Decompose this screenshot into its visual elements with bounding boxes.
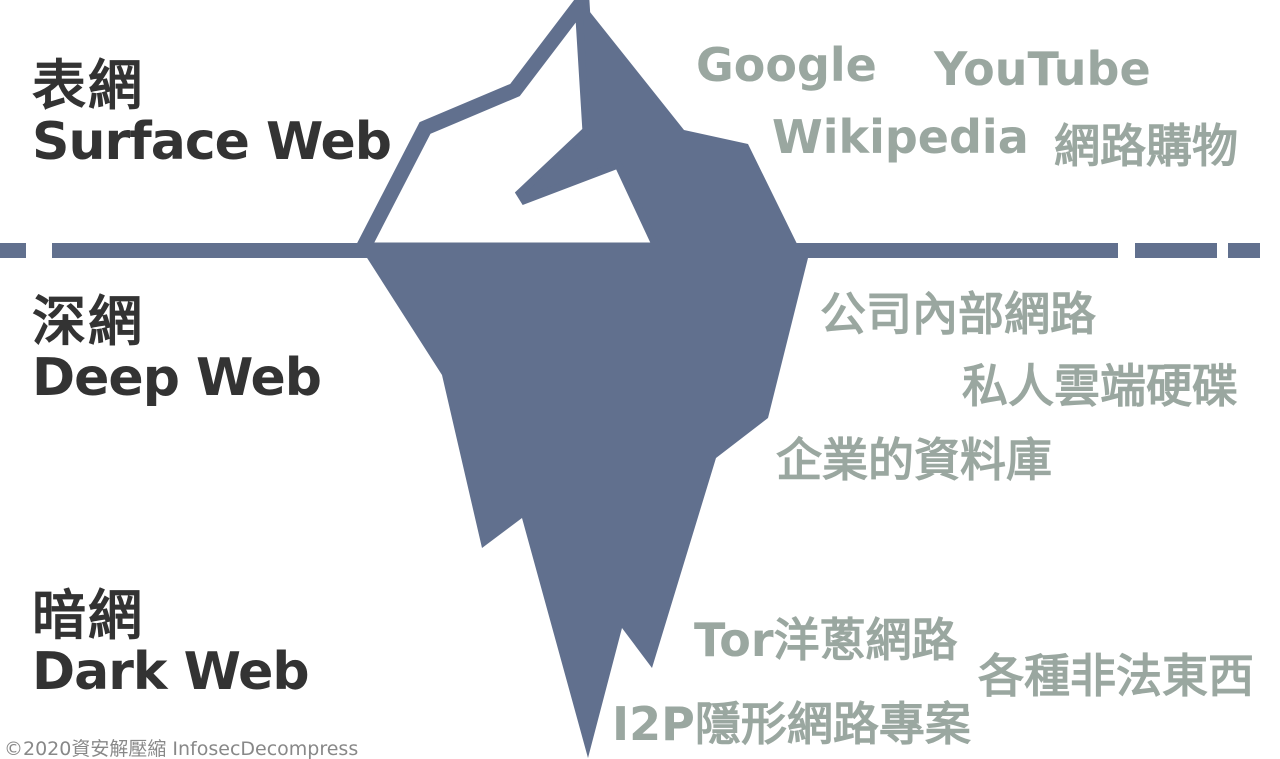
example-youtube: YouTube [934,42,1151,96]
copyright-credit: ©2020資安解壓縮 InfosecDecompress [4,738,359,759]
dark-web-en: Dark Web [32,641,310,702]
iceberg-submerged [362,250,810,758]
example-illegal-goods: 各種非法東西 [978,649,1254,703]
example-online-shopping: 網路購物 [1054,119,1238,173]
example-private-cloud: 私人雲端硬碟 [962,359,1238,413]
example-intranet: 公司內部網路 [820,287,1096,341]
dark-web-zh: 暗網 [32,584,144,647]
surface-web-en: Surface Web [32,111,392,172]
example-i2p: I2P隱形網路專案 [612,697,971,751]
example-wikipedia: Wikipedia [772,110,1029,164]
deep-web-en: Deep Web [32,347,322,408]
surface-web-zh: 表網 [32,54,144,117]
example-tor: Tor洋蔥網路 [694,613,958,667]
deep-web-zh: 深網 [32,290,144,353]
surface-web-label: 表網 Surface Web [32,54,392,172]
iceberg-diagram: 表網 Surface Web 深網 Deep Web 暗網 Dark Web G… [0,0,1280,759]
deep-web-label: 深網 Deep Web [32,290,322,408]
example-google: Google [696,38,877,92]
example-enterprise-db: 企業的資料庫 [776,433,1052,487]
dark-web-label: 暗網 Dark Web [32,584,310,702]
